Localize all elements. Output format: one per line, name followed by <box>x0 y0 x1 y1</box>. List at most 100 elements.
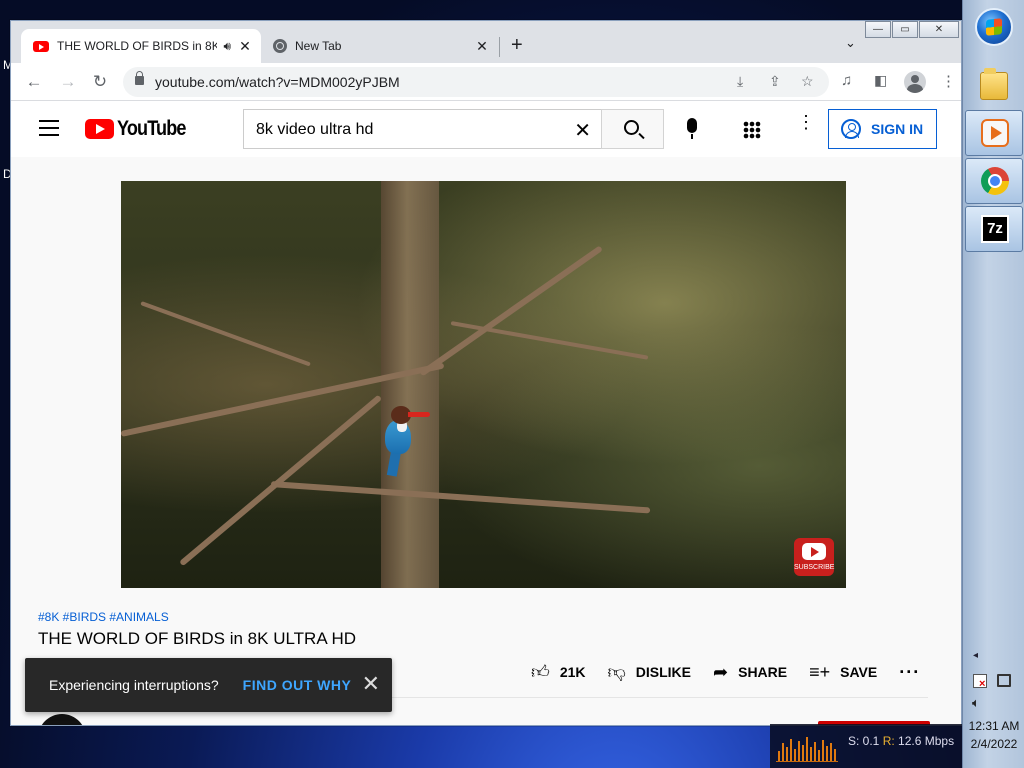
thumbs-up-icon: 👍︎ <box>531 662 550 682</box>
start-button[interactable] <box>975 8 1013 46</box>
action-center-flag-icon[interactable] <box>973 674 987 689</box>
youtube-play-icon <box>85 119 114 139</box>
thumbs-down-icon: 👎︎ <box>607 662 626 682</box>
youtube-logo-text: YouTube <box>117 117 186 140</box>
lock-icon[interactable] <box>135 71 144 85</box>
chrome-window: THE WORLD OF BIRDS in 8K ULTRA HD - YouT… <box>10 20 962 726</box>
tab-strip: THE WORLD OF BIRDS in 8K ULTRA HD - YouT… <box>11 21 961 63</box>
video-frame-branch <box>140 301 311 367</box>
youtube-page: YouTube 8k video ultra hd ✕ ⋮ SIGN IN SU… <box>11 101 961 725</box>
network-meter-widget: S: 0.1 R: 12.6 Mbps <box>770 724 962 768</box>
reload-icon[interactable]: ↻ <box>89 71 111 93</box>
tab-title: New Tab <box>295 39 342 53</box>
taskbar-explorer[interactable] <box>965 64 1023 110</box>
playlist-add-icon: ≡+ <box>809 661 831 682</box>
share-button[interactable]: ➦ SHARE <box>713 662 787 683</box>
maximize-button[interactable]: ▭ <box>892 21 918 38</box>
close-tab-icon[interactable]: ✕ <box>237 38 253 54</box>
video-player[interactable]: SUBSCRIBE <box>121 181 846 588</box>
microphone-icon[interactable] <box>687 118 697 139</box>
toast-message: Experiencing interruptions? <box>49 677 219 693</box>
find-out-why-link[interactable]: FIND OUT WHY <box>243 677 352 693</box>
close-toast-icon[interactable]: ✕ <box>362 673 380 695</box>
sign-in-button[interactable]: SIGN IN <box>828 109 937 149</box>
youtube-logo[interactable]: YouTube <box>85 117 197 141</box>
back-arrow-icon[interactable]: ← <box>23 71 45 93</box>
clock-date[interactable]: 2/4/2022 <box>963 737 1024 751</box>
subscribe-watermark[interactable]: SUBSCRIBE <box>794 538 834 576</box>
tab-search-chevron-icon[interactable]: ⌄ <box>845 35 856 51</box>
more-actions-icon[interactable]: ··· <box>899 662 920 683</box>
receive-rate-label: R: <box>882 734 895 748</box>
menu-hamburger-icon[interactable] <box>39 120 59 136</box>
speaker-icon[interactable]: 🔊︎ <box>223 39 231 54</box>
minimize-button[interactable]: — <box>865 21 891 38</box>
more-vertical-icon[interactable]: ⋮ <box>797 113 815 131</box>
youtube-favicon-icon <box>33 40 49 52</box>
video-title: THE WORLD OF BIRDS in 8K ULTRA HD <box>38 629 357 648</box>
close-window-button[interactable]: ✕ <box>919 21 959 38</box>
install-app-icon[interactable]: ⤓ <box>737 73 743 90</box>
apps-grid-icon[interactable] <box>743 121 761 139</box>
side-panel-icon[interactable]: ◧ <box>874 72 887 89</box>
video-hashtags[interactable]: #8K #BIRDS #ANIMALS <box>38 610 169 624</box>
network-stats: S: 0.1 R: 12.6 Mbps <box>848 734 954 748</box>
tab-title: THE WORLD OF BIRDS in 8K ULTRA HD - YouT… <box>57 39 217 53</box>
channel-avatar[interactable] <box>38 714 86 725</box>
new-tab-button[interactable]: + <box>511 35 523 55</box>
browser-toolbar: ← → ↻ youtube.com/watch?v=MDM002yPJBM ⤓ … <box>11 63 961 101</box>
search-button[interactable] <box>601 109 664 149</box>
video-frame-branch <box>450 321 649 360</box>
send-rate: S: 0.1 <box>848 734 880 748</box>
tab-new-tab[interactable]: New Tab ✕ <box>263 29 498 63</box>
interruption-toast: Experiencing interruptions? FIND OUT WHY… <box>25 658 392 712</box>
save-label: SAVE <box>840 664 878 680</box>
kingfisher-bird <box>383 406 430 477</box>
user-circle-icon <box>841 119 861 139</box>
video-frame-branch <box>270 481 651 514</box>
network-icon[interactable] <box>997 674 1011 687</box>
video-frame-branch <box>419 245 603 377</box>
clock-time[interactable]: 12:31 AM <box>963 719 1024 733</box>
address-bar[interactable]: youtube.com/watch?v=MDM002yPJBM ⤓ ⇪ ☆ <box>123 67 829 97</box>
search-query-text[interactable]: 8k video ultra hd <box>256 121 373 139</box>
network-graph <box>776 730 838 762</box>
save-button[interactable]: ≡+ SAVE <box>809 662 877 683</box>
windows-logo-icon <box>986 18 1002 36</box>
close-tab-icon[interactable]: ✕ <box>474 38 490 54</box>
media-player-icon <box>981 119 1009 147</box>
tab-separator <box>499 37 500 57</box>
chrome-icon <box>981 167 1009 195</box>
taskbar-7zip[interactable]: 7z <box>965 206 1023 252</box>
chrome-favicon-icon <box>273 39 287 53</box>
receive-rate: 12.6 Mbps <box>898 734 955 748</box>
show-hidden-icons-icon[interactable]: ◂ <box>973 650 978 661</box>
share-label: SHARE <box>738 664 788 680</box>
search-input[interactable]: 8k video ultra hd ✕ <box>243 109 601 149</box>
video-frame-trunk <box>381 181 439 588</box>
bookmark-star-icon[interactable]: ☆ <box>801 73 814 90</box>
volume-icon[interactable]: 🔈︎ <box>972 695 980 711</box>
tab-youtube[interactable]: THE WORLD OF BIRDS in 8K ULTRA HD - YouT… <box>21 29 261 63</box>
taskbar-chrome[interactable] <box>965 158 1023 204</box>
forward-arrow-icon[interactable]: → <box>57 71 79 93</box>
dislike-label: DISLIKE <box>635 664 692 680</box>
dislike-button[interactable]: 👎︎ DISLIKE <box>608 661 692 683</box>
profile-avatar-icon[interactable] <box>904 71 926 93</box>
taskbar: 7z ◂ 🔈︎ 12:31 AM 2/4/2022 <box>962 0 1024 768</box>
taskbar-media-player[interactable] <box>965 110 1023 156</box>
window-controls: — ▭ ✕ <box>864 21 959 38</box>
like-count: 21K <box>559 664 586 680</box>
video-actions: 👍︎ 21K 👎︎ DISLIKE ➦ SHARE ≡+ SAVE ··· <box>531 661 920 683</box>
sign-in-label: SIGN IN <box>871 121 924 137</box>
chrome-menu-icon[interactable]: ⋮ <box>941 72 956 90</box>
media-control-icon[interactable]: ♫ <box>841 72 852 89</box>
share-page-icon[interactable]: ⇪ <box>769 73 781 90</box>
search-icon <box>624 120 639 135</box>
youtube-header: YouTube 8k video ultra hd ✕ ⋮ SIGN IN <box>11 101 961 157</box>
share-arrow-icon: ➦ <box>713 661 729 682</box>
url-text[interactable]: youtube.com/watch?v=MDM002yPJBM <box>155 74 400 90</box>
like-button[interactable]: 👍︎ 21K <box>531 661 586 683</box>
clear-search-icon[interactable]: ✕ <box>574 118 591 143</box>
video-frame-branch <box>179 394 383 567</box>
